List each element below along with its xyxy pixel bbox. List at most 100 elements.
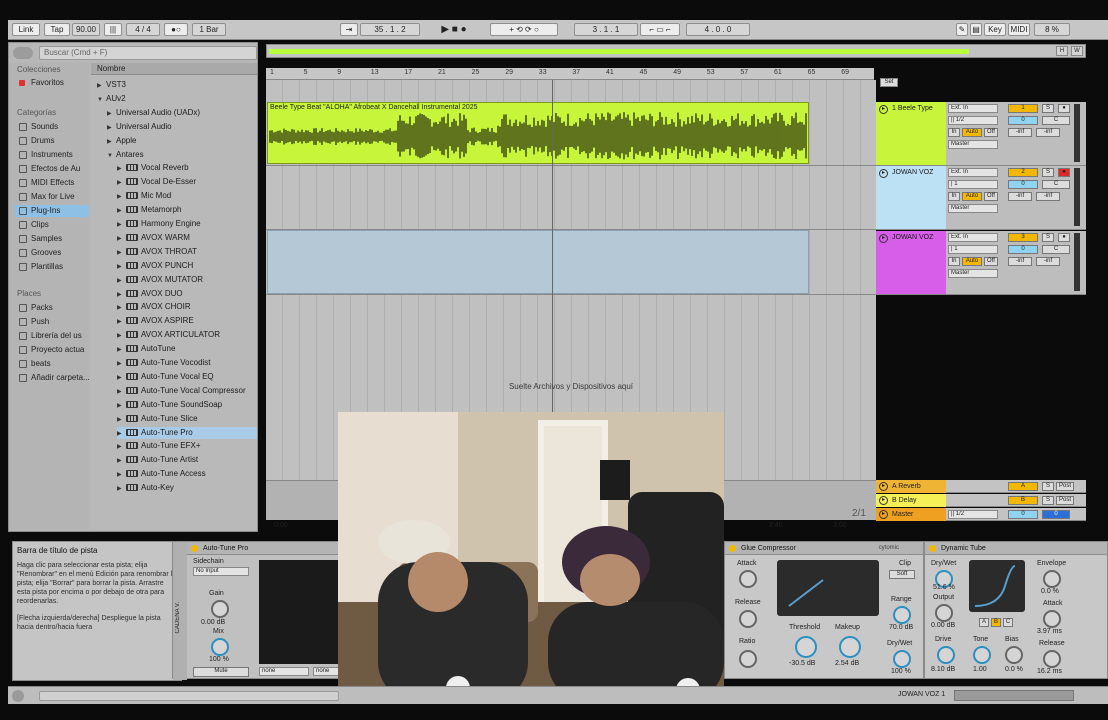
return-fold-icon[interactable]: ▸ <box>879 496 888 505</box>
key-map-button[interactable]: Key <box>984 23 1006 36</box>
solo-button[interactable]: S <box>1042 168 1054 177</box>
dtube-mode-b[interactable]: B <box>991 618 1001 627</box>
track-header[interactable]: ▸ 1 Beele Type Ext. In || 1/2 In Auto Off Maste… <box>876 102 1086 166</box>
browser-item[interactable]: ▶ Apple <box>107 135 257 147</box>
browser-item[interactable]: ▶ AVOX ARTICULATOR <box>117 329 257 341</box>
hw-button[interactable]: H <box>1056 46 1068 56</box>
browser-item[interactable]: ▶ Auto-Tune Pro <box>117 426 257 440</box>
track-fold-icon[interactable]: ▸ <box>879 169 888 178</box>
midi-map-button[interactable]: MIDI <box>1008 23 1030 36</box>
browser-item[interactable]: ▶ Auto-Tune Access <box>117 468 257 480</box>
dtube-bias-knob[interactable] <box>1005 646 1023 664</box>
sidechain-input-select[interactable]: No Input <box>193 567 249 576</box>
return-solo-button[interactable]: S <box>1042 496 1054 505</box>
expand-arrow-icon[interactable]: ▶ <box>117 386 126 398</box>
glue-soft-clip-button[interactable]: Soft <box>889 570 915 579</box>
browser-item[interactable]: ▶ Mic Mod <box>117 190 257 202</box>
browser-item[interactable]: ▶ AVOX CHOIR <box>117 301 257 313</box>
overdub-tools[interactable]: + ⟲ ⟳ ○ <box>490 23 558 36</box>
category-item[interactable]: Plug-Ins <box>15 205 89 217</box>
expand-arrow-icon[interactable]: ▶ <box>117 205 126 217</box>
input-channel-select[interactable]: | 1 <box>948 180 998 189</box>
metronome-icon[interactable]: ||| <box>104 23 122 36</box>
expand-arrow-icon[interactable]: ▶ <box>117 177 126 189</box>
arrangement-overview[interactable] <box>266 44 1086 58</box>
mute-button[interactable]: Mute <box>193 667 249 677</box>
autotune-title-bar[interactable]: Auto-Tune Pro <box>187 542 341 555</box>
master-output-select[interactable]: || 1/2 <box>948 510 998 519</box>
input-channel-select[interactable]: | 1 <box>948 245 998 254</box>
mix-knob[interactable] <box>211 638 229 656</box>
category-item[interactable]: Plantillas <box>15 261 89 273</box>
master-cue[interactable]: 0 <box>1042 510 1070 519</box>
punch-icons[interactable]: ⌐ ▭ ⌐ <box>640 23 680 36</box>
expand-arrow-icon[interactable]: ▶ <box>117 372 126 384</box>
expand-arrow-icon[interactable]: ▶ <box>117 247 126 259</box>
monitor-off-button[interactable]: Off <box>984 192 998 201</box>
expand-arrow-icon[interactable]: ▶ <box>117 330 126 342</box>
device-power-icon[interactable] <box>929 545 936 552</box>
input-type-select[interactable]: Ext. In <box>948 233 998 242</box>
category-item[interactable]: Max for Live <box>15 191 89 203</box>
expand-arrow-icon[interactable]: ▶ <box>107 122 116 134</box>
category-item[interactable]: Samples <box>15 233 89 245</box>
return-post-button[interactable]: Post <box>1056 496 1074 505</box>
pan-field[interactable]: C <box>1042 245 1070 254</box>
track-title-bar[interactable]: ▸ 1 Beele Type <box>876 102 946 165</box>
category-item[interactable]: Grooves <box>15 247 89 259</box>
dtube-attack-knob[interactable] <box>1043 610 1061 628</box>
category-item[interactable]: Clips <box>15 219 89 231</box>
category-item[interactable]: Instruments <box>15 149 89 161</box>
return-post-button[interactable]: Post <box>1056 482 1074 491</box>
horizontal-scrollbar[interactable] <box>39 691 339 701</box>
monitor-auto-button[interactable]: Auto <box>962 128 982 137</box>
stop-icon[interactable]: ■ <box>452 24 458 35</box>
expand-arrow-icon[interactable]: ▶ <box>117 428 126 440</box>
link-button[interactable]: Link <box>12 23 40 36</box>
browser-item[interactable]: ▼ AUv2 <box>97 93 257 105</box>
browser-item[interactable]: ▶ Auto-Tune SoundSoap <box>117 399 257 411</box>
expand-arrow-icon[interactable]: ▶ <box>117 469 126 481</box>
browser-item[interactable]: ▶ Auto-Tune Vocodist <box>117 357 257 369</box>
view-switcher[interactable] <box>954 690 1074 701</box>
glue-ratio-knob[interactable] <box>739 650 757 668</box>
arm-button[interactable]: ● <box>1058 168 1070 177</box>
glue-attack-knob[interactable] <box>739 570 757 588</box>
volume-field[interactable]: 0 <box>1008 116 1038 125</box>
dtube-title-bar[interactable]: Dynamic Tube <box>925 542 1107 555</box>
song-position-field[interactable]: 35 . 1 . 2 <box>360 23 420 36</box>
lane-track-2[interactable] <box>266 166 876 230</box>
track-fold-icon[interactable]: ▸ <box>879 105 888 114</box>
dtube-mode-a[interactable]: A <box>979 618 989 627</box>
expand-arrow-icon[interactable]: ▼ <box>97 94 106 106</box>
expand-arrow-icon[interactable]: ▶ <box>117 219 126 231</box>
name-column-header[interactable]: Nombre <box>91 63 257 75</box>
output-none-select[interactable]: none <box>259 667 309 676</box>
input-type-select[interactable]: Ext. In <box>948 168 998 177</box>
browser-search-input[interactable]: Buscar (Cmd + F) <box>39 46 257 60</box>
arm-button[interactable]: ● <box>1058 104 1070 113</box>
browser-toggle-icon[interactable] <box>13 47 33 59</box>
output-none-select-2[interactable]: none <box>313 667 339 676</box>
input-channel-select[interactable]: || 1/2 <box>948 116 998 125</box>
browser-item[interactable]: ▶ AVOX DUO <box>117 288 257 300</box>
computer-keyboard-icon[interactable]: ▤ <box>970 23 982 36</box>
browser-item[interactable]: ▶ AVOX THROAT <box>117 246 257 258</box>
glue-threshold-knob[interactable] <box>795 636 817 658</box>
solo-button[interactable]: S <box>1042 233 1054 242</box>
expand-arrow-icon[interactable]: ▶ <box>117 163 126 175</box>
browser-item[interactable]: ▶ Auto-Tune Artist <box>117 454 257 466</box>
glue-makeup-knob[interactable] <box>839 636 861 658</box>
master-volume[interactable]: 0 <box>1008 510 1038 519</box>
glue-release-knob[interactable] <box>739 610 757 628</box>
monitor-in-button[interactable]: In <box>948 192 960 201</box>
return-track[interactable]: ▸ Master || 1/2 0 0 <box>876 508 1086 521</box>
dtube-envelope-knob[interactable] <box>1043 570 1061 588</box>
tap-button[interactable]: Tap <box>44 23 70 36</box>
track-header[interactable]: ▸ JOWAN VOZ Ext. In | 1 In Auto Off Master 2 S ● 0 C… <box>876 166 1086 230</box>
browser-item[interactable]: ▶ Vocal De-Esser <box>117 176 257 188</box>
track-activator[interactable]: 3 <box>1008 233 1038 242</box>
wrap-button[interactable]: W <box>1071 46 1083 56</box>
expand-arrow-icon[interactable]: ▶ <box>117 261 126 273</box>
browser-item[interactable]: ▶ VST3 <box>97 79 257 91</box>
